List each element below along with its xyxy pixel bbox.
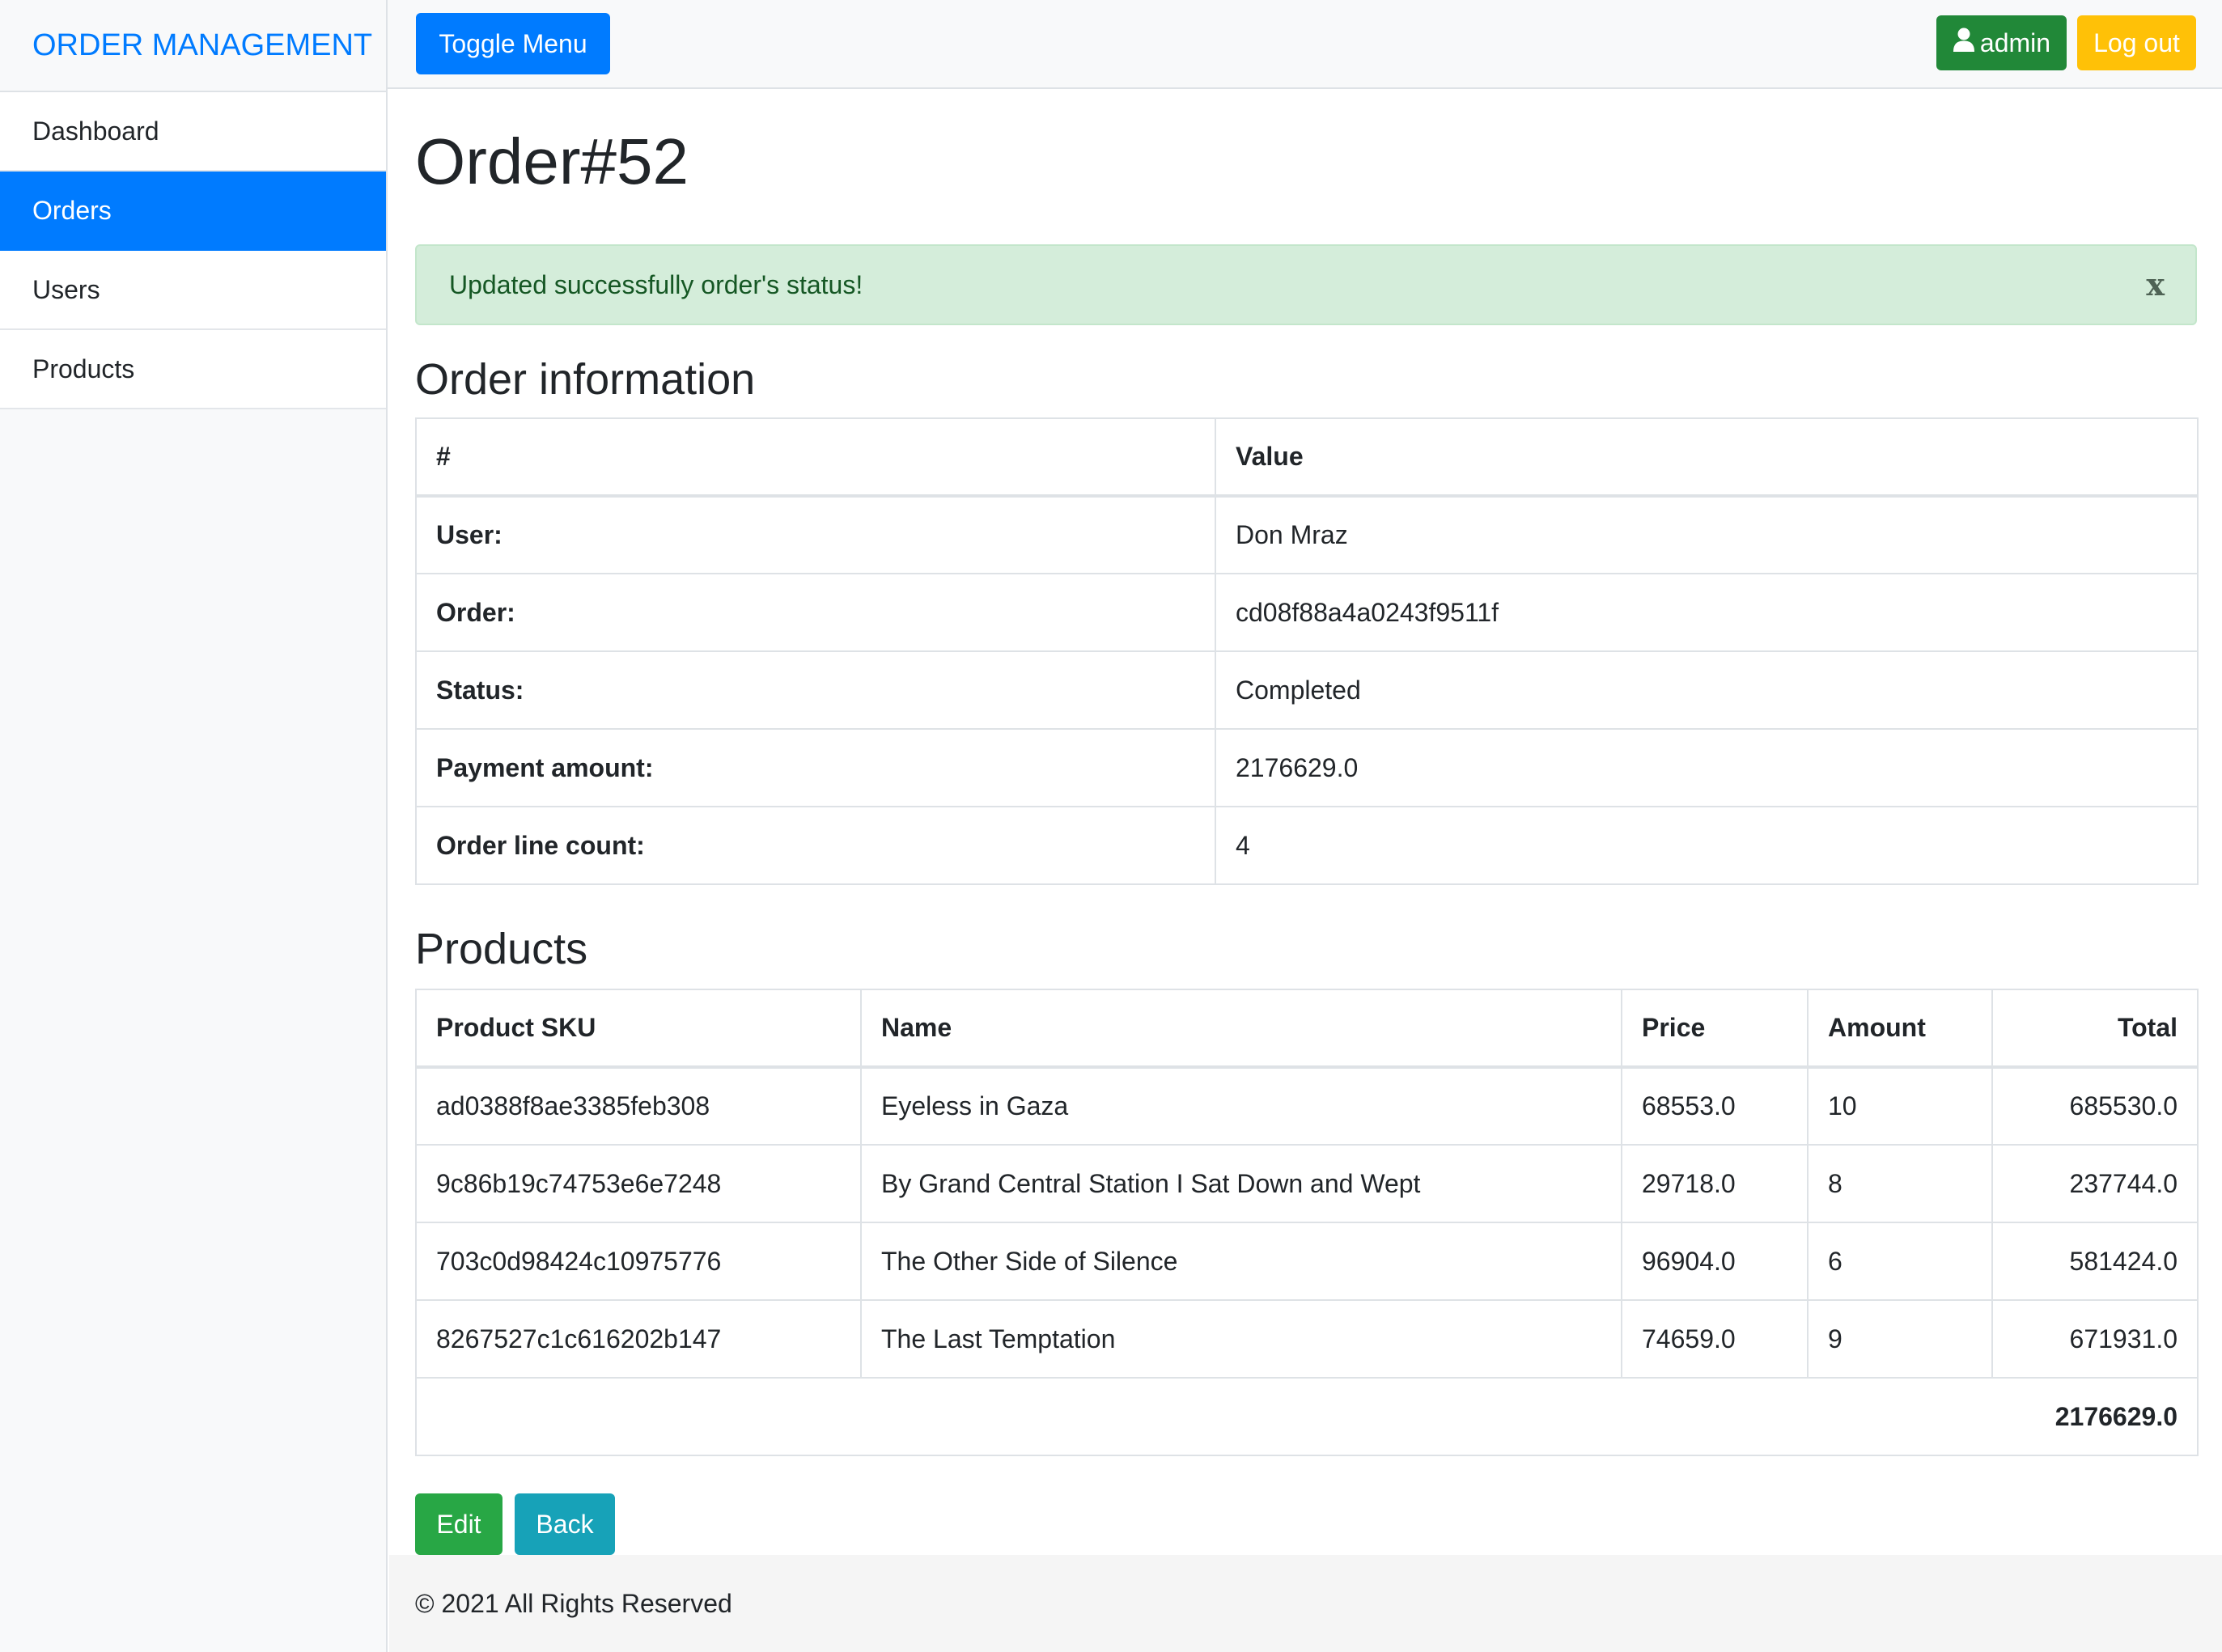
footer: © 2021 All Rights Reserved — [389, 1555, 2222, 1652]
product-price: 96904.0 — [1621, 1222, 1809, 1301]
column-header: Name — [860, 989, 1622, 1069]
product-name: The Other Side of Silence — [860, 1222, 1622, 1301]
success-alert: Updated successfully order's status! x — [415, 244, 2197, 325]
toggle-menu-button[interactable]: Toggle Menu — [416, 13, 610, 74]
table-row: 9c86b19c74753e6e7248 By Grand Central St… — [415, 1144, 2199, 1223]
table-total-row: 2176629.0 — [415, 1377, 2199, 1456]
product-name: By Grand Central Station I Sat Down and … — [860, 1144, 1622, 1223]
product-amount: 6 — [1807, 1222, 1993, 1301]
row-value: Don Mraz — [1215, 495, 2199, 574]
row-label: Order line count: — [415, 806, 1216, 885]
row-label: Payment amount: — [415, 728, 1216, 807]
product-name: Eyeless in Gaza — [860, 1066, 1622, 1146]
grand-total: 2176629.0 — [415, 1377, 2199, 1456]
product-total: 237744.0 — [1991, 1144, 2199, 1223]
sidebar-item-users[interactable]: Users — [0, 251, 386, 330]
product-price: 74659.0 — [1621, 1299, 1809, 1379]
row-value: 2176629.0 — [1215, 728, 2199, 807]
row-label: User: — [415, 495, 1216, 574]
alert-close-button[interactable]: x — [2146, 246, 2165, 324]
column-header: Value — [1215, 417, 2199, 498]
table-row: Status: Completed — [415, 650, 2199, 730]
product-sku: 703c0d98424c10975776 — [415, 1222, 862, 1301]
table-row: Order line count: 4 — [415, 806, 2199, 885]
table-header-row: # Value — [415, 417, 2199, 498]
admin-user-label: admin — [1979, 28, 2051, 57]
alert-message: Updated successfully order's status! — [449, 270, 863, 299]
column-header: Total — [1991, 989, 2199, 1069]
product-amount: 8 — [1807, 1144, 1993, 1223]
product-sku: 8267527c1c616202b147 — [415, 1299, 862, 1379]
brand-link[interactable]: ORDER MANAGEMENT — [0, 0, 386, 92]
sidebar: ORDER MANAGEMENT Dashboard Orders Users … — [0, 0, 388, 1652]
table-row: ad0388f8ae3385feb308 Eyeless in Gaza 685… — [415, 1066, 2199, 1146]
page-title: Order#52 — [415, 125, 689, 197]
column-header: # — [415, 417, 1216, 498]
product-sku: 9c86b19c74753e6e7248 — [415, 1144, 862, 1223]
product-price: 29718.0 — [1621, 1144, 1809, 1223]
products-table: Product SKU Name Price Amount Total ad03… — [415, 989, 2199, 1456]
row-label: Status: — [415, 650, 1216, 730]
product-total: 671931.0 — [1991, 1299, 2199, 1379]
product-amount: 9 — [1807, 1299, 1993, 1379]
back-button[interactable]: Back — [515, 1493, 615, 1555]
row-value: 4 — [1215, 806, 2199, 885]
product-amount: 10 — [1807, 1066, 1993, 1146]
sidebar-item-dashboard[interactable]: Dashboard — [0, 92, 386, 172]
table-row: Payment amount: 2176629.0 — [415, 728, 2199, 807]
footer-text: © 2021 All Rights Reserved — [415, 1589, 732, 1618]
table-row: Order: cd08f88a4a0243f9511f — [415, 573, 2199, 652]
products-title: Products — [415, 925, 588, 973]
product-name: The Last Temptation — [860, 1299, 1622, 1379]
column-header: Product SKU — [415, 989, 862, 1069]
table-row: 8267527c1c616202b147 The Last Temptation… — [415, 1299, 2199, 1379]
order-info-title: Order information — [415, 355, 756, 404]
product-total: 581424.0 — [1991, 1222, 2199, 1301]
product-price: 68553.0 — [1621, 1066, 1809, 1146]
user-icon — [1953, 15, 1975, 70]
column-header: Amount — [1807, 989, 1993, 1069]
sidebar-item-products[interactable]: Products — [0, 330, 386, 409]
table-header-row: Product SKU Name Price Amount Total — [415, 989, 2199, 1069]
column-header: Price — [1621, 989, 1809, 1069]
admin-user-button[interactable]: admin — [1936, 15, 2067, 70]
app-root: ORDER MANAGEMENT Dashboard Orders Users … — [0, 0, 2222, 1652]
table-row: 703c0d98424c10975776 The Other Side of S… — [415, 1222, 2199, 1301]
product-total: 685530.0 — [1991, 1066, 2199, 1146]
edit-button[interactable]: Edit — [415, 1493, 502, 1555]
row-label: Order: — [415, 573, 1216, 652]
topbar: Toggle Menu admin Log out — [388, 0, 2222, 89]
table-row: User: Don Mraz — [415, 495, 2199, 574]
product-sku: ad0388f8ae3385feb308 — [415, 1066, 862, 1146]
row-value: cd08f88a4a0243f9511f — [1215, 573, 2199, 652]
row-value: Completed — [1215, 650, 2199, 730]
order-info-table: # Value User: Don Mraz Order: cd08f88a4a… — [415, 417, 2199, 885]
sidebar-item-orders[interactable]: Orders — [0, 172, 386, 251]
logout-button[interactable]: Log out — [2077, 15, 2196, 70]
